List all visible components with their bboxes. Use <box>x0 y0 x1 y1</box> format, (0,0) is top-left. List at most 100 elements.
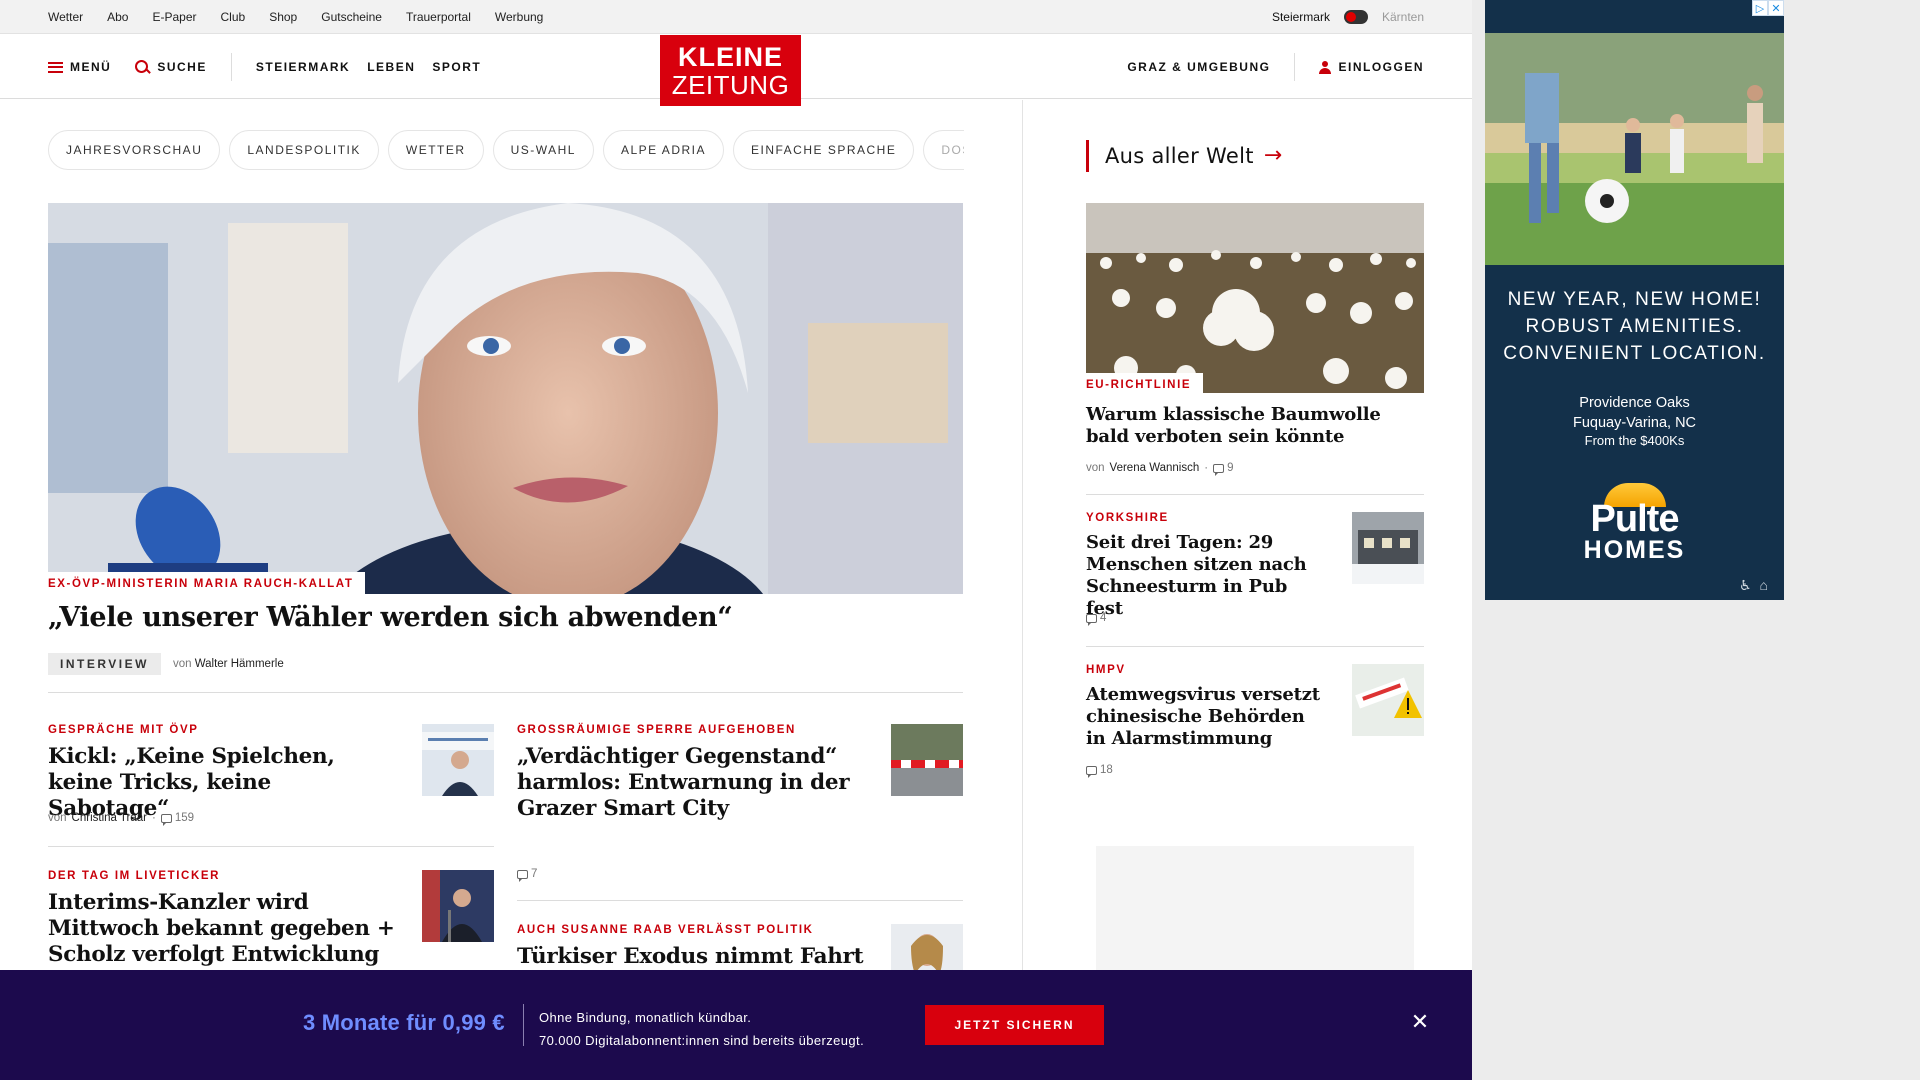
tag-einfache-sprache[interactable]: EINFACHE SPRACHE <box>732 130 915 170</box>
comment-count[interactable]: 9 <box>1213 462 1234 476</box>
thumbnail-image <box>1352 664 1424 736</box>
comment-count[interactable]: 18 <box>1086 764 1113 778</box>
comment-icon <box>1213 463 1225 476</box>
lead-headline[interactable]: Warum klassische Baumwolle bald verboten… <box>1086 404 1406 448</box>
arrow-right-icon: → <box>1263 143 1283 168</box>
article-thumbnail[interactable] <box>422 870 494 942</box>
nav-leben[interactable]: LEBEN <box>367 60 415 74</box>
region-toggle[interactable] <box>1343 10 1368 24</box>
article-card[interactable]: GESPRÄCHE MIT ÖVP Kickl: „Keine Spielche… <box>48 724 494 834</box>
tag-wetter[interactable]: WETTER <box>387 130 484 170</box>
utility-link-wetter[interactable]: Wetter <box>48 10 83 24</box>
hero-meta: INTERVIEW von Walter Hämmerle <box>48 653 284 675</box>
article-thumbnail[interactable] <box>422 724 494 796</box>
ad-accessibility-icons: ♿ ⌂ <box>1739 577 1768 594</box>
column-divider <box>1022 100 1023 1000</box>
utility-link-gutscheine[interactable]: Gutscheine <box>321 10 382 24</box>
sidebar-article[interactable]: YORKSHIRE Seit drei Tagen: 29 Menschen s… <box>1086 512 1424 632</box>
equal-housing-icon: ⌂ <box>1759 577 1768 593</box>
ad-location: Fuquay-Varina, NC <box>1572 415 1697 431</box>
article-headline[interactable]: Atemwegsvirus versetzt chinesische Behör… <box>1086 684 1326 750</box>
ad-headline-3: CONVENIENT LOCATION. <box>1503 343 1766 364</box>
article-thumbnail[interactable] <box>1352 512 1424 584</box>
region-steiermark[interactable]: Steiermark <box>1272 10 1330 24</box>
lead-author[interactable]: Verena Wannisch <box>1110 462 1200 474</box>
comment-number: 159 <box>174 812 194 824</box>
meta-separator: · <box>1204 462 1209 474</box>
utility-link-trauerportal[interactable]: Trauerportal <box>406 10 471 24</box>
article-kicker: GESPRÄCHE MIT ÖVP <box>48 724 199 736</box>
display-ad[interactable]: ▷ ✕ NEW YEAR, NEW HOME! ROBUST AMENITIES… <box>1485 0 1784 600</box>
cotton-field-photo <box>1086 203 1424 393</box>
article-meta: 4 <box>1086 612 1107 626</box>
ad-brand-line-1: Pulte <box>1590 498 1680 540</box>
utility-link-epaper[interactable]: E-Paper <box>152 10 196 24</box>
adchoices-icon[interactable]: ▷ <box>1752 0 1768 16</box>
by-label: von <box>48 812 67 824</box>
tag-us-wahl[interactable]: US-WAHL <box>492 130 594 170</box>
article-card[interactable]: GROSSRÄUMIGE SPERRE AUFGEHOBEN „Verdächt… <box>517 724 963 894</box>
offer-price: 3 Monate für 0,99 € <box>303 1010 505 1035</box>
comment-number: 18 <box>1100 764 1113 776</box>
article-thumbnail[interactable] <box>891 724 963 796</box>
subscribe-button[interactable]: JETZT SICHERN <box>925 1005 1104 1045</box>
login-button[interactable]: EINLOGGEN <box>1319 60 1424 74</box>
menu-label: MENÜ <box>70 60 112 74</box>
ad-choices[interactable]: ▷ ✕ <box>1752 0 1784 16</box>
ad-copy: NEW YEAR, NEW HOME! ROBUST AMENITIES. CO… <box>1485 286 1784 448</box>
utility-link-club[interactable]: Club <box>221 10 246 24</box>
nav-steiermark[interactable]: STEIERMARK <box>256 60 350 74</box>
interview-badge: INTERVIEW <box>48 653 161 675</box>
comment-count[interactable]: 7 <box>517 868 537 882</box>
search-button[interactable]: SUCHE <box>135 59 207 75</box>
topic-tags: JAHRESVORSCHAU LANDESPOLITIK WETTER US-W… <box>48 130 964 170</box>
offer-description: Ohne Bindung, monatlich kündbar. 70.000 … <box>539 1006 864 1052</box>
article-thumbnail[interactable] <box>1352 664 1424 736</box>
article-kicker: AUCH SUSANNE RAAB VERLÄSST POLITIK <box>517 924 814 936</box>
article-kicker: HMPV <box>1086 664 1126 676</box>
menu-button[interactable]: MENÜ <box>48 60 111 74</box>
site-logo[interactable]: KLEINE ZEITUNG <box>660 35 801 106</box>
article-headline[interactable]: Seit drei Tagen: 29 Menschen sitzen nach… <box>1086 532 1326 620</box>
header-divider <box>1294 53 1296 81</box>
lead-kicker: EU-RICHTLINIE <box>1086 373 1204 393</box>
comment-number: 9 <box>1227 462 1234 474</box>
comment-count[interactable]: 4 <box>1086 612 1107 626</box>
search-label: SUCHE <box>157 60 207 74</box>
divider <box>48 846 494 847</box>
tag-alpe-adria[interactable]: ALPE ADRIA <box>602 130 724 170</box>
tag-dos[interactable]: DOS <box>923 130 964 170</box>
region-kaernten[interactable]: Kärnten <box>1382 10 1424 24</box>
hero-author[interactable]: Walter Hämmerle <box>195 658 284 670</box>
tag-landespolitik[interactable]: LANDESPOLITIK <box>229 130 379 170</box>
header-left: MENÜ SUCHE STEIERMARK LEBEN SPORT <box>48 35 481 99</box>
utility-link-werbung[interactable]: Werbung <box>495 10 543 24</box>
user-icon <box>1319 60 1332 74</box>
close-icon[interactable]: ✕ <box>1410 1011 1430 1033</box>
article-headline[interactable]: Kickl: „Keine Spielchen, keine Tricks, k… <box>48 744 398 822</box>
offer-line-2: 70.000 Digitalabonnent:innen sind bereit… <box>539 1033 865 1048</box>
article-meta: 7 <box>517 868 537 882</box>
tag-jahresvorschau[interactable]: JAHRESVORSCHAU <box>48 130 221 170</box>
utility-link-abo[interactable]: Abo <box>107 10 128 24</box>
lead-meta: von Verena Wannisch · 9 <box>1086 462 1234 476</box>
region-link[interactable]: GRAZ & UMGEBUNG <box>1127 60 1270 74</box>
sidebar-article[interactable]: HMPV Atemwegsvirus versetzt chinesische … <box>1086 664 1424 784</box>
wheelchair-icon: ♿ <box>1738 577 1752 593</box>
hero-kicker: EX-ÖVP-MINISTERIN MARIA RAUCH-KALLAT <box>48 572 366 594</box>
hero-image[interactable] <box>48 203 963 594</box>
section-heading[interactable]: Aus aller Welt → <box>1086 140 1283 172</box>
top-utility-bar: Wetter Abo E-Paper Club Shop Gutscheine … <box>0 0 1472 34</box>
article-author[interactable]: Christina Traar <box>72 812 147 824</box>
hero-headline[interactable]: „Viele unserer Wähler werden sich abwend… <box>48 602 733 633</box>
article-headline[interactable]: „Verdächtiger Gegenstand“ harmlos: Entwa… <box>517 744 867 822</box>
utility-links: Wetter Abo E-Paper Club Shop Gutscheine … <box>48 0 543 34</box>
nav-sport[interactable]: SPORT <box>432 60 481 74</box>
close-icon[interactable]: ✕ <box>1768 0 1784 16</box>
comment-count[interactable]: 159 <box>160 812 194 826</box>
utility-link-shop[interactable]: Shop <box>269 10 297 24</box>
thumbnail-image <box>891 724 963 796</box>
lead-image[interactable] <box>1086 203 1424 393</box>
thumbnail-image <box>1352 512 1424 584</box>
comment-number: 4 <box>1100 612 1107 624</box>
